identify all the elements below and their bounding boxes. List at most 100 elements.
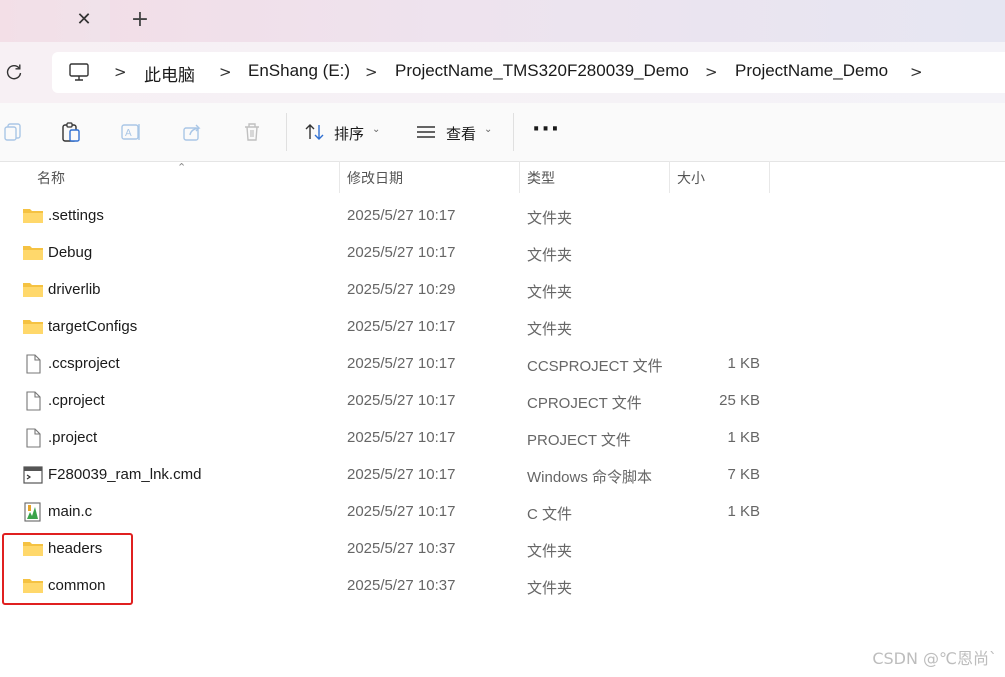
file-type: PROJECT 文件 xyxy=(527,432,631,449)
file-row[interactable]: .settings 2025/5/27 10:17 文件夹 xyxy=(0,198,1005,235)
active-tab[interactable]: ✕ xyxy=(0,0,110,42)
sort-icon[interactable] xyxy=(304,121,326,143)
file-name: .ccsproject xyxy=(48,355,120,372)
file-modified: 2025/5/27 10:17 xyxy=(347,392,456,409)
file-icon xyxy=(26,354,41,374)
file-type: 文件夹 xyxy=(527,210,573,227)
file-modified: 2025/5/27 10:17 xyxy=(347,244,456,261)
rename-icon[interactable]: A xyxy=(120,121,142,143)
view-button[interactable]: 查看 xyxy=(446,123,476,144)
file-type: 文件夹 xyxy=(527,321,573,338)
view-icon[interactable] xyxy=(415,121,437,143)
file-row[interactable]: Debug 2025/5/27 10:17 文件夹 xyxy=(0,235,1005,272)
folder-icon xyxy=(23,246,43,260)
file-type: 文件夹 xyxy=(527,543,573,560)
column-modified[interactable]: 修改日期 xyxy=(347,168,403,188)
file-name: targetConfigs xyxy=(48,318,138,335)
cmd-file-icon xyxy=(23,466,43,484)
file-type: CPROJECT 文件 xyxy=(527,395,642,412)
highlight-annotation-box xyxy=(2,533,133,605)
file-name: main.c xyxy=(48,503,93,520)
file-size: 1 KB xyxy=(727,429,760,446)
file-name: .cproject xyxy=(48,392,105,409)
file-modified: 2025/5/27 10:37 xyxy=(347,540,456,557)
file-row[interactable]: main.c 2025/5/27 10:17 C 文件 1 KB xyxy=(0,494,1005,531)
breadcrumb-separator[interactable]: > xyxy=(910,63,923,81)
file-size: 25 KB xyxy=(719,392,760,409)
folder-icon xyxy=(23,283,43,297)
file-modified: 2025/5/27 10:17 xyxy=(347,429,456,446)
delete-icon[interactable] xyxy=(241,121,263,143)
tab-strip: ✕ + xyxy=(0,0,1005,42)
this-pc-icon xyxy=(69,63,89,81)
file-row[interactable]: .cproject 2025/5/27 10:17 CPROJECT 文件 25… xyxy=(0,383,1005,420)
file-name: Debug xyxy=(48,244,93,261)
file-type: C 文件 xyxy=(527,506,573,523)
address-row: > 此电脑 > EnShang (E:) > ProjectName_TMS32… xyxy=(0,42,1005,103)
column-size[interactable]: 大小 xyxy=(677,168,705,188)
file-type: 文件夹 xyxy=(527,284,573,301)
new-tab-icon[interactable]: + xyxy=(129,9,151,31)
chevron-down-icon[interactable]: ⌄ xyxy=(484,124,492,135)
column-separator[interactable] xyxy=(519,161,520,193)
breadcrumb-drive[interactable]: EnShang (E:) xyxy=(248,61,350,81)
svg-text:A: A xyxy=(125,128,132,139)
column-separator[interactable] xyxy=(339,161,340,193)
breadcrumb-separator[interactable]: > xyxy=(219,63,232,81)
file-row[interactable]: .ccsproject 2025/5/27 10:17 CCSPROJECT 文… xyxy=(0,346,1005,383)
sort-button[interactable]: 排序 xyxy=(334,123,364,144)
file-row[interactable]: driverlib 2025/5/27 10:29 文件夹 xyxy=(0,272,1005,309)
column-separator[interactable] xyxy=(769,161,770,193)
column-type[interactable]: 类型 xyxy=(527,168,555,188)
file-modified: 2025/5/27 10:17 xyxy=(347,318,456,335)
file-size: 7 KB xyxy=(727,466,760,483)
file-type: CCSPROJECT 文件 xyxy=(527,358,663,375)
column-header: ⌃ 名称 修改日期 类型 大小 xyxy=(0,161,1005,193)
file-row[interactable]: headers 2025/5/27 10:37 文件夹 xyxy=(0,531,1005,568)
file-list: .settings 2025/5/27 10:17 文件夹 Debug 2025… xyxy=(0,198,1005,605)
more-options-button[interactable]: ··· xyxy=(532,117,560,142)
file-modified: 2025/5/27 10:17 xyxy=(347,466,456,483)
file-modified: 2025/5/27 10:37 xyxy=(347,577,456,594)
chevron-down-icon[interactable]: ⌄ xyxy=(372,124,380,135)
copy-icon[interactable] xyxy=(2,121,24,143)
file-name: .settings xyxy=(48,207,104,224)
refresh-icon[interactable] xyxy=(4,62,24,82)
toolbar-divider xyxy=(286,113,287,151)
file-icon xyxy=(26,391,41,411)
breadcrumb-separator: > xyxy=(114,63,127,81)
file-modified: 2025/5/27 10:17 xyxy=(347,207,456,224)
sort-ascending-icon: ⌃ xyxy=(177,161,187,174)
file-modified: 2025/5/27 10:17 xyxy=(347,503,456,520)
file-name: driverlib xyxy=(48,281,101,298)
command-toolbar: A 排序 ⌄ 查看 ⌄ ··· xyxy=(0,103,1005,162)
file-size: 1 KB xyxy=(727,355,760,372)
file-type: 文件夹 xyxy=(527,247,573,264)
file-modified: 2025/5/27 10:17 xyxy=(347,355,456,372)
file-type: Windows 命令脚本 xyxy=(527,469,653,486)
file-name: .project xyxy=(48,429,98,446)
file-row[interactable]: targetConfigs 2025/5/27 10:17 文件夹 xyxy=(0,309,1005,346)
file-row[interactable]: .project 2025/5/27 10:17 PROJECT 文件 1 KB xyxy=(0,420,1005,457)
file-row[interactable]: common 2025/5/27 10:37 文件夹 xyxy=(0,568,1005,605)
share-icon[interactable] xyxy=(181,121,203,143)
file-modified: 2025/5/27 10:29 xyxy=(347,281,456,298)
address-bar[interactable]: > 此电脑 > EnShang (E:) > ProjectName_TMS32… xyxy=(52,52,1005,93)
column-separator[interactable] xyxy=(669,161,670,193)
breadcrumb-this-pc[interactable]: 此电脑 xyxy=(144,61,195,86)
breadcrumb-separator[interactable]: > xyxy=(705,63,718,81)
column-name[interactable]: 名称 xyxy=(37,168,65,188)
close-tab-icon[interactable]: ✕ xyxy=(73,9,95,31)
breadcrumb-project-folder[interactable]: ProjectName_TMS320F280039_Demo xyxy=(395,61,689,81)
watermark: CSDN @℃恩尚` xyxy=(872,649,997,668)
file-size: 1 KB xyxy=(727,503,760,520)
toolbar-divider xyxy=(513,113,514,151)
breadcrumb-separator[interactable]: > xyxy=(365,63,378,81)
file-icon xyxy=(26,428,41,448)
breadcrumb-current-folder[interactable]: ProjectName_Demo xyxy=(735,61,888,81)
file-type: 文件夹 xyxy=(527,580,573,597)
c-file-icon xyxy=(24,502,41,522)
file-name: F280039_ram_lnk.cmd xyxy=(48,466,202,483)
file-row[interactable]: F280039_ram_lnk.cmd 2025/5/27 10:17 Wind… xyxy=(0,457,1005,494)
paste-icon[interactable] xyxy=(60,121,82,143)
